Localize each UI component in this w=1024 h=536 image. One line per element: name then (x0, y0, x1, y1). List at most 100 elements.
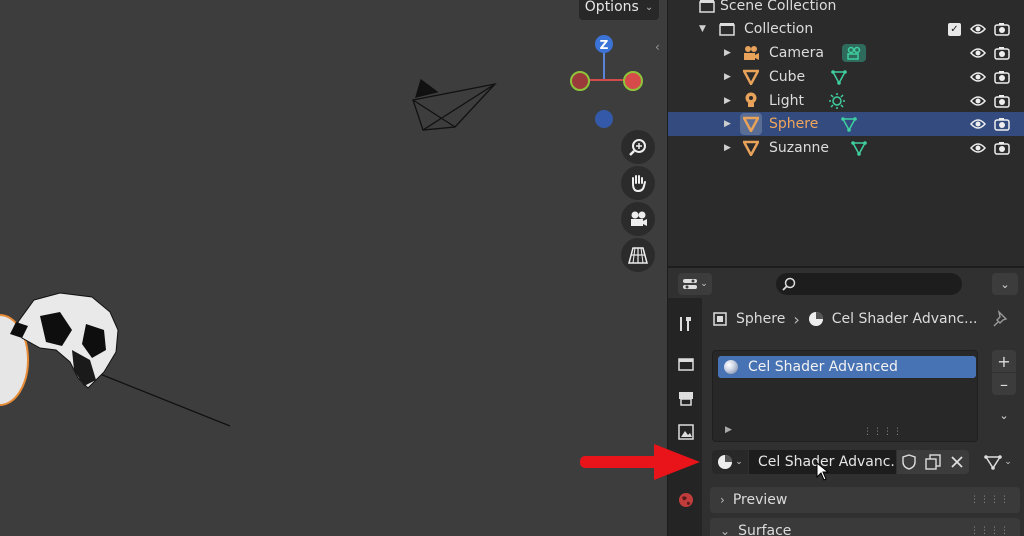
expand-arrow-icon[interactable]: ▶ (724, 119, 731, 129)
chevron-down-icon: ⌄ (644, 1, 654, 13)
material-properties: Sphere › Cel Shader Advanc... Cel Shader… (702, 298, 1024, 536)
properties-tabs (667, 298, 702, 536)
tab-render[interactable] (676, 354, 696, 374)
expand-collapse-icon[interactable]: ▼ (699, 24, 706, 34)
surface-panel-label: Surface (738, 523, 792, 536)
render-camera-icon[interactable] (993, 115, 1011, 133)
chevron-down-icon: ⌄ (999, 408, 1009, 422)
expand-arrow-icon[interactable]: ▶ (724, 48, 731, 58)
browse-material-button[interactable]: ⌄ (712, 450, 748, 474)
properties-header: ⌄ ⌄ (667, 266, 1024, 298)
resize-grip-icon[interactable]: ⋮⋮⋮⋮ (863, 427, 903, 437)
drag-grip-icon[interactable]: ⋮⋮⋮⋮ (970, 526, 1010, 536)
fake-user-button[interactable] (897, 450, 921, 474)
scene-collection-row[interactable]: Scene Collection (668, 0, 1024, 18)
options-dropdown[interactable]: Options ⌄ (579, 0, 659, 20)
eye-icon[interactable] (969, 20, 987, 38)
view-layer-icon (678, 424, 694, 440)
preview-panel-label: Preview (732, 492, 788, 508)
expand-arrow-icon[interactable]: ▶ (724, 72, 731, 82)
eye-icon[interactable] (969, 139, 987, 157)
scene-collection-icon (698, 0, 716, 15)
tool-icon (680, 317, 691, 331)
exclude-checkbox[interactable]: ✓ (948, 22, 961, 36)
tab-tool[interactable] (676, 314, 696, 334)
scene-collection-label: Scene Collection (720, 0, 837, 14)
outliner-row-sphere[interactable]: ▶ Sphere (668, 112, 1024, 136)
unlink-material-button[interactable] (945, 450, 969, 474)
remove-slot-button[interactable]: – (992, 373, 1016, 395)
material-preview-icon (724, 360, 738, 374)
tab-view-layer[interactable] (676, 422, 696, 442)
pan-button[interactable] (621, 166, 655, 200)
outliner-item-label: Cube (769, 69, 806, 85)
breadcrumb-material: Cel Shader Advanc... (831, 311, 978, 327)
preview-panel-header[interactable]: › Preview ⋮⋮⋮⋮ (710, 487, 1020, 513)
slot-specials-button[interactable]: ⌄ (992, 404, 1016, 426)
tab-world[interactable] (676, 490, 696, 510)
viewport-scene: Z (0, 35, 643, 427)
gizmo-z-label: Z (600, 38, 609, 52)
eye-icon[interactable] (969, 68, 987, 86)
outliner-row-suzanne[interactable]: ▶ Suzanne (668, 136, 1024, 160)
expand-arrow-icon[interactable]: ▶ (724, 143, 731, 153)
mesh-data-icon[interactable] (840, 115, 858, 133)
collection-icon (718, 20, 736, 38)
outliner-item-label: Light (769, 93, 804, 109)
properties-search[interactable] (776, 273, 962, 295)
duplicate-material-button[interactable] (921, 450, 945, 474)
properties-editor-icon (683, 279, 698, 289)
render-camera-icon[interactable] (993, 68, 1011, 86)
eye-icon[interactable] (969, 115, 987, 133)
3d-viewport[interactable]: Z Options ⌄ ‹ (0, 0, 666, 536)
plus-icon: + (997, 351, 1011, 371)
outliner-panel[interactable]: Scene Collection ▼ Collection ✓ ▶ Camera… (667, 0, 1024, 266)
pin-icon[interactable] (992, 309, 1010, 328)
render-camera-icon[interactable] (993, 139, 1011, 157)
tab-output[interactable] (676, 388, 696, 408)
drag-grip-icon[interactable]: ⋮⋮⋮⋮ (970, 495, 1010, 505)
perspective-toggle-button[interactable] (621, 238, 655, 272)
surface-panel-header[interactable]: ⌄ Surface ⋮⋮⋮⋮ (710, 518, 1020, 536)
link-type-dropdown[interactable]: ⌄ (978, 450, 1018, 474)
chevron-down-icon: ⌄ (1000, 277, 1010, 291)
material-slot-list[interactable]: Cel Shader Advanced ▶ ⋮⋮⋮⋮ (712, 350, 978, 442)
minus-icon: – (1000, 374, 1008, 394)
sidebar-toggle-arrow-icon[interactable]: ‹ (655, 40, 666, 56)
mesh-object-icon (742, 68, 760, 86)
duplicate-icon (925, 454, 941, 470)
material-datablock-row: ⌄ Cel Shader Advanc... (712, 450, 969, 474)
light-data-icon[interactable] (828, 92, 846, 110)
outliner-row-light[interactable]: ▶ Light (668, 89, 1024, 113)
camera-data-icon[interactable] (842, 44, 866, 62)
outliner-item-label: Suzanne (769, 140, 830, 156)
render-camera-icon[interactable] (993, 20, 1011, 38)
chevron-right-icon: › (720, 493, 725, 507)
render-camera-icon[interactable] (993, 44, 1011, 62)
outliner-row-cube[interactable]: ▶ Cube (668, 65, 1024, 89)
material-slot-item[interactable]: Cel Shader Advanced (718, 356, 976, 378)
add-slot-button[interactable]: + (992, 350, 1016, 372)
mesh-data-icon[interactable] (830, 68, 848, 86)
breadcrumb: Sphere › Cel Shader Advanc... (712, 308, 978, 330)
camera-view-button[interactable] (621, 202, 655, 236)
chevron-down-icon: ⌄ (1004, 457, 1012, 467)
editor-type-dropdown[interactable]: ⌄ (678, 273, 712, 295)
chevron-down-icon: ⌄ (700, 279, 708, 289)
collection-row[interactable]: ▼ Collection ✓ (668, 17, 1024, 41)
options-chevron-button[interactable]: ⌄ (992, 273, 1018, 295)
mesh-object-icon (742, 139, 760, 157)
render-camera-icon[interactable] (993, 92, 1011, 110)
search-input[interactable] (800, 276, 950, 292)
outliner-row-camera[interactable]: ▶ Camera (668, 41, 1024, 65)
eye-icon[interactable] (969, 92, 987, 110)
zoom-button[interactable] (621, 130, 655, 164)
hand-icon (632, 175, 646, 193)
mesh-data-icon[interactable] (850, 139, 868, 157)
play-icon[interactable]: ▶ (725, 425, 732, 435)
zoom-icon (629, 139, 646, 156)
expand-arrow-icon[interactable]: ▶ (724, 96, 731, 106)
eye-icon[interactable] (969, 44, 987, 62)
material-name-field[interactable]: Cel Shader Advanc... (749, 450, 896, 474)
camera-wireframe[interactable] (412, 78, 497, 131)
